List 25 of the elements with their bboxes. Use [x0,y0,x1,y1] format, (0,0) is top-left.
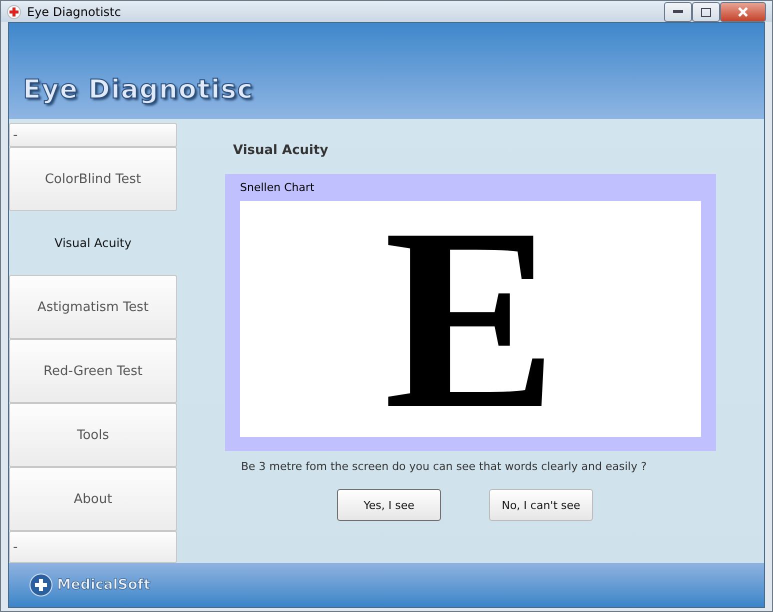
sidebar-item[interactable]: - [9,123,177,147]
sidebar-item[interactable]: Red-Green Test [9,339,177,403]
sidebar-item[interactable]: Astigmatism Test [9,275,177,339]
sidebar-item[interactable]: Tools [9,403,177,467]
close-icon [738,7,748,17]
question-text: Be 3 metre fom the screen do you can see that words clearly and easily ? [241,460,648,473]
app-icon [7,4,21,18]
snellen-letter: E [384,201,558,437]
plus-icon [29,573,53,597]
close-button[interactable] [720,2,766,22]
yes-button[interactable]: Yes, I see [337,489,441,521]
brand-name: MedicalSoft [57,577,150,593]
section-heading: Visual Acuity [233,143,330,158]
panel-title: Snellen Chart [240,181,316,194]
maximize-icon [701,8,711,16]
window-title: Eye Diagnotistc [27,4,122,18]
sidebar-item[interactable]: - [9,531,177,563]
app-logo: Eye Diagnotisc [23,75,254,105]
sidebar-item[interactable]: Visual Acuity [9,211,177,275]
maximize-button[interactable] [692,2,720,22]
minimize-icon [673,10,683,14]
sidebar-item[interactable]: About [9,467,177,531]
no-button[interactable]: No, I can't see [489,489,593,521]
sidebar-item[interactable]: ColorBlind Test [9,147,177,211]
minimize-button[interactable] [664,2,692,22]
